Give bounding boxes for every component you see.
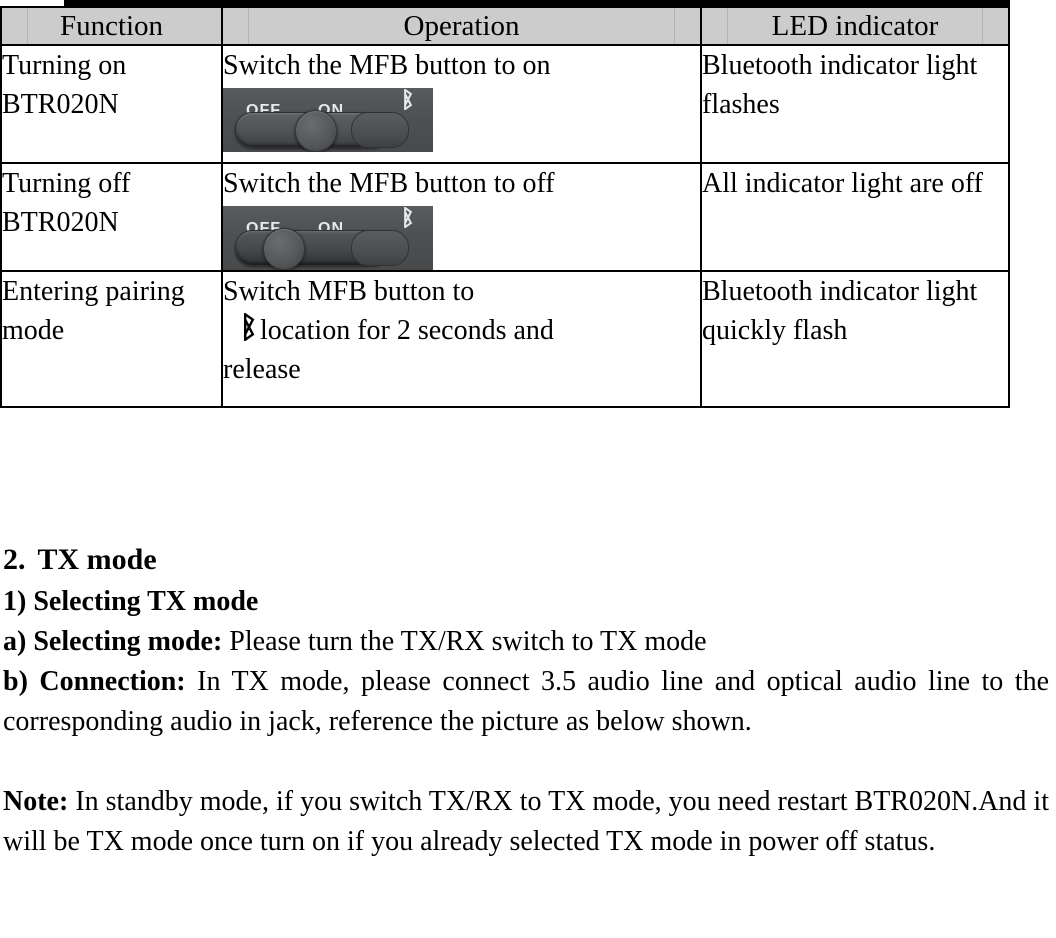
cell-function-pairing-mode: Entering pairing mode	[0, 270, 223, 408]
spec-table-container: Function Operation LED indicator Turning	[0, 6, 1010, 408]
tx-mode-section: 2. TX mode 1) Selecting TX mode a) Select…	[3, 540, 1049, 862]
column-header-led-indicator: LED indicator	[700, 6, 1010, 46]
selecting-mode-label: a) Selecting mode:	[3, 626, 223, 657]
section-title: TX mode	[37, 543, 157, 576]
table-row: Entering pairing mode Switch MFB button …	[0, 270, 1010, 408]
column-header-function: Function	[0, 6, 223, 46]
operation-line-1: Switch MFB button to	[223, 276, 475, 307]
cell-operation-pairing-mode: Switch MFB button to location for 2 seco…	[221, 270, 702, 408]
mfb-slider-switch-off-image: OFF ON	[223, 206, 433, 270]
table-header-row: Function Operation LED indicator	[0, 6, 1010, 46]
section-heading: 2. TX mode	[3, 540, 1049, 580]
operation-line-3: release	[223, 354, 301, 385]
cell-led-turning-off: All indicator light are off	[700, 162, 1010, 272]
led-text: All indicator light are off	[702, 168, 983, 199]
switch-track-secondary	[351, 230, 409, 266]
selecting-mode-text: Please turn the TX/RX switch to TX mode	[222, 626, 707, 657]
table-row: Turning on BTR020N Switch the MFB button…	[0, 44, 1010, 164]
switch-knob	[263, 228, 305, 270]
cell-operation-turning-on: Switch the MFB button to on OFF ON	[221, 44, 702, 164]
operation-text: Switch the MFB button to off	[223, 168, 555, 199]
note-label: Note:	[3, 786, 69, 817]
switch-track-secondary	[351, 112, 409, 148]
cell-led-turning-on: Bluetooth indicator light flashes	[700, 44, 1010, 164]
note-text: In standby mode, if you switch TX/RX to …	[3, 786, 1049, 857]
table-row: Turning off BTR020N Switch the MFB butto…	[0, 162, 1010, 272]
bluetooth-icon	[401, 88, 415, 114]
column-header-operation-label: Operation	[403, 10, 520, 42]
header-subdivider-right	[674, 8, 675, 44]
header-subdivider-right	[982, 8, 983, 44]
led-text: Bluetooth indicator light quickly flash	[702, 276, 978, 346]
column-header-function-label: Function	[59, 10, 164, 42]
section-number: 2.	[3, 543, 26, 576]
operation-line-2-text: location for 2 seconds and	[260, 315, 554, 346]
header-subdivider-left	[727, 8, 728, 44]
connection-label: b) Connection:	[3, 666, 186, 697]
header-subdivider-left	[248, 8, 249, 44]
function-text: Turning off BTR020N	[2, 168, 131, 238]
led-text: Bluetooth indicator light flashes	[702, 50, 978, 120]
cell-operation-turning-off: Switch the MFB button to off OFF ON	[221, 162, 702, 272]
selecting-mode-paragraph: a) Selecting mode: Please turn the TX/RX…	[3, 622, 1049, 662]
cell-led-pairing-mode: Bluetooth indicator light quickly flash	[700, 270, 1010, 408]
function-text: Turning on BTR020N	[2, 50, 127, 120]
operation-text: Switch the MFB button to on	[223, 50, 551, 81]
operation-line-2: location for 2 seconds and	[223, 311, 700, 350]
function-operation-led-table: Function Operation LED indicator Turning	[0, 6, 1010, 408]
switch-knob	[295, 110, 337, 152]
cell-function-turning-on: Turning on BTR020N	[0, 44, 223, 164]
bluetooth-icon	[239, 311, 259, 347]
function-text: Entering pairing mode	[2, 276, 185, 346]
connection-paragraph: b) Connection: In TX mode, please connec…	[3, 662, 1049, 742]
column-header-led-indicator-label: LED indicator	[771, 10, 939, 42]
cell-function-turning-off: Turning off BTR020N	[0, 162, 223, 272]
column-header-operation: Operation	[221, 6, 702, 46]
header-subdivider-left	[27, 8, 28, 44]
bluetooth-icon	[401, 206, 415, 232]
section-sub-heading: 1) Selecting TX mode	[3, 586, 259, 617]
note-paragraph: Note: In standby mode, if you switch TX/…	[3, 782, 1049, 862]
mfb-slider-switch-on-image: OFF ON	[223, 88, 433, 152]
